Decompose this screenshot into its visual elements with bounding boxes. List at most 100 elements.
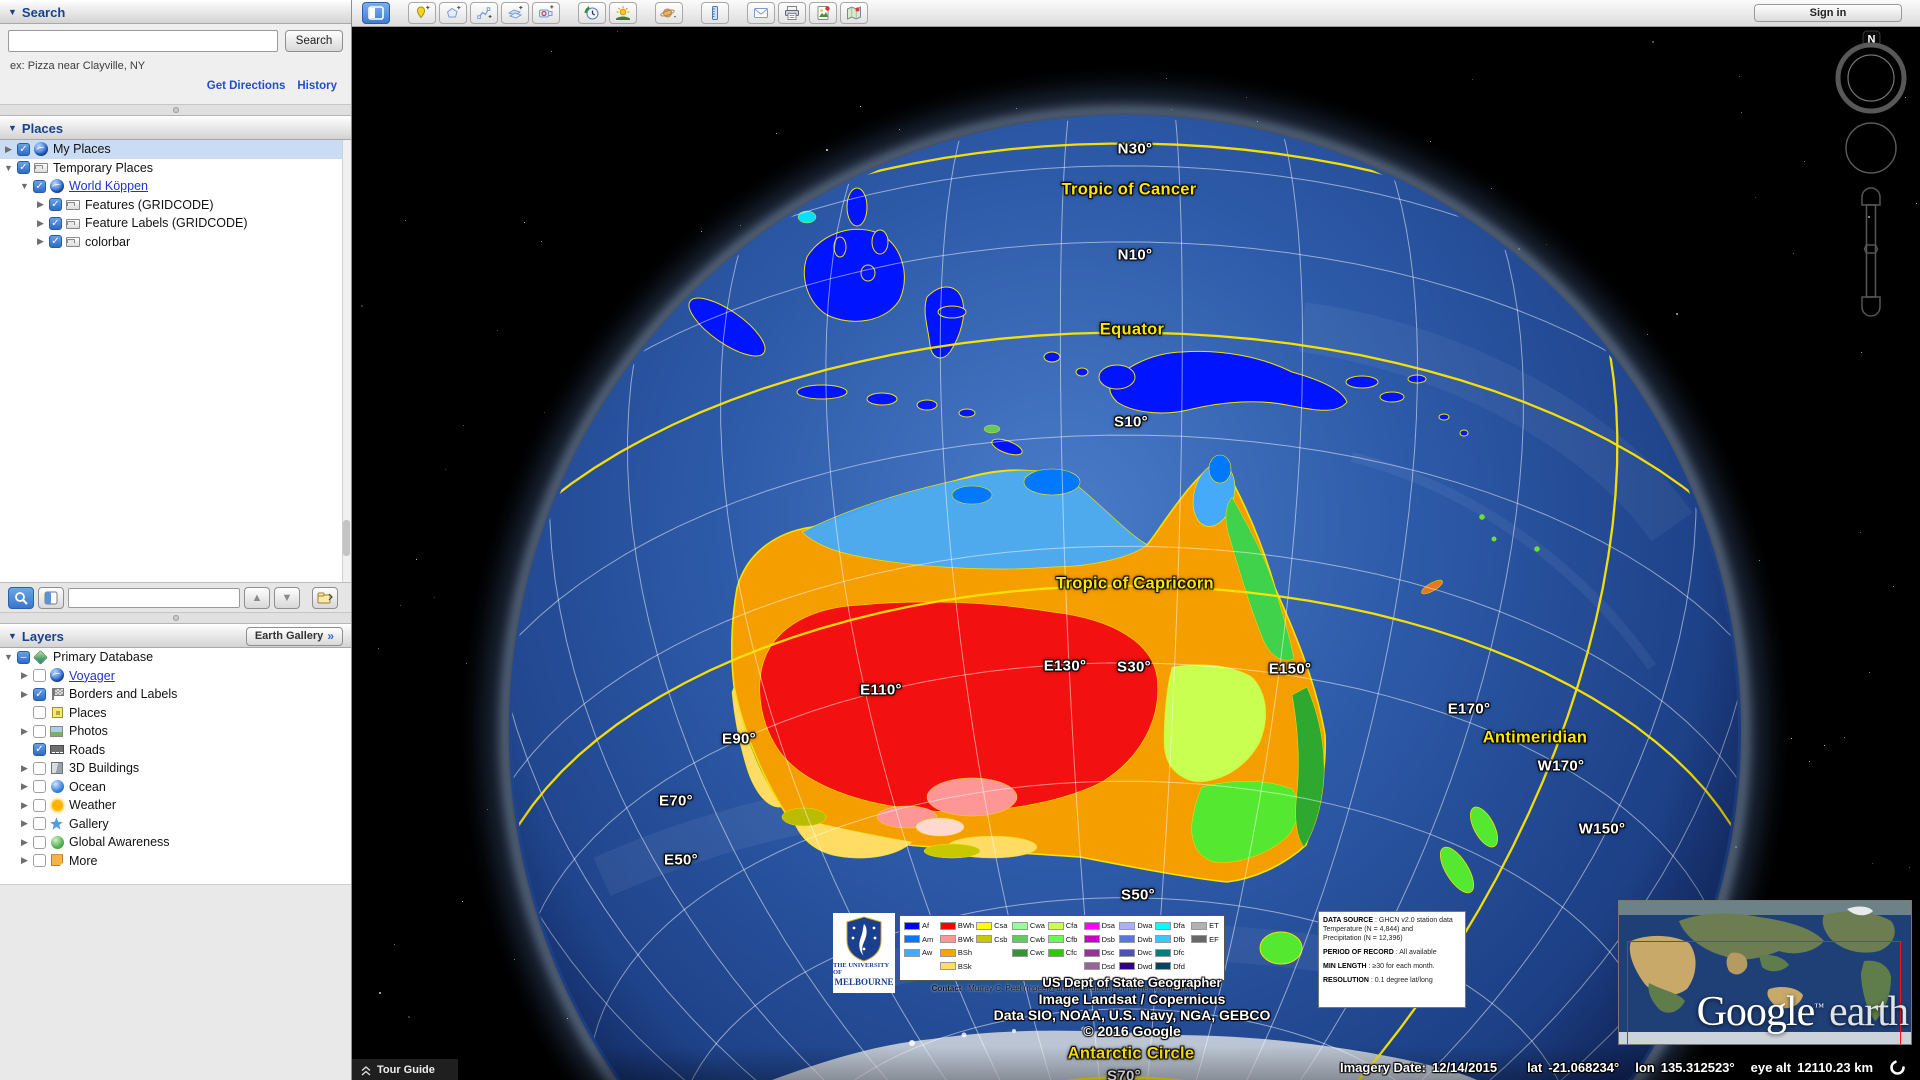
checkbox-mixed-icon[interactable]: –	[17, 651, 30, 664]
record-tour-button[interactable]	[532, 2, 560, 24]
streaming-spinner-icon	[1889, 1059, 1906, 1076]
tree-item-colorbar[interactable]: ▶ ✓ colorbar	[0, 233, 351, 252]
expander-icon[interactable]: ▶	[20, 855, 29, 866]
expander-icon[interactable]: ▶	[20, 837, 29, 848]
tree-item-features-gridcode[interactable]: ▶ ✓ Features (GRIDCODE)	[0, 196, 351, 215]
expander-icon[interactable]: ▶	[20, 763, 29, 774]
search-panel-header[interactable]: ▼ Search	[0, 0, 351, 24]
scrollbar-thumb[interactable]	[343, 520, 350, 556]
checkbox-unchecked-icon[interactable]	[33, 854, 46, 867]
expander-icon[interactable]: ▶	[36, 236, 45, 247]
checkbox-unchecked-icon[interactable]	[33, 836, 46, 849]
expander-icon[interactable]: ▶	[4, 144, 13, 155]
layer-item-places[interactable]: Places	[0, 704, 351, 723]
historical-imagery-button[interactable]	[578, 2, 606, 24]
expander-icon[interactable]: ▼	[4, 652, 13, 662]
globe-label: S10°	[1114, 414, 1148, 431]
search-input[interactable]	[8, 30, 278, 52]
places-find-toolbar: ▲ ▼	[0, 582, 351, 612]
toggle-sidebar-button[interactable]	[362, 2, 390, 24]
status-bar: Imagery Date: 12/14/2015 lat -21.068234°…	[1340, 1059, 1906, 1076]
navigation-controls[interactable]: N	[1831, 29, 1913, 325]
layer-item-3d-buildings[interactable]: ▶ 3D Buildings	[0, 759, 351, 778]
checkbox-checked-icon[interactable]: ✓	[33, 688, 46, 701]
checkbox-checked-icon[interactable]: ✓	[17, 161, 30, 174]
print-button[interactable]	[778, 2, 806, 24]
earth-icon	[50, 179, 65, 194]
panel-splitter[interactable]	[0, 612, 351, 624]
checkbox-unchecked-icon[interactable]	[33, 799, 46, 812]
layer-item-roads[interactable]: ✓ Roads	[0, 741, 351, 760]
search-button[interactable]: Search	[285, 30, 343, 52]
lon-label: lon	[1635, 1060, 1655, 1075]
checkbox-checked-icon[interactable]: ✓	[17, 143, 30, 156]
previous-item-button[interactable]: ▲	[244, 587, 270, 609]
layer-item-ocean[interactable]: ▶ Ocean	[0, 778, 351, 797]
expander-icon[interactable]: ▶	[36, 218, 45, 229]
earth-viewport[interactable]: N30° Tropic of Cancer N10° Equator S10° …	[352, 27, 1920, 1080]
history-link[interactable]: History	[297, 80, 337, 92]
expander-icon[interactable]: ▼	[20, 181, 29, 191]
expander-icon[interactable]: ▶	[20, 818, 29, 829]
double-chevron-up-icon	[360, 1064, 372, 1076]
add-image-overlay-button[interactable]	[501, 2, 529, 24]
sign-in-button[interactable]: Sign in	[1754, 4, 1902, 22]
email-button[interactable]	[747, 2, 775, 24]
layers-panel-header[interactable]: ▼ Layers Earth Gallery»	[0, 624, 351, 648]
places-scrollbar[interactable]	[342, 140, 351, 582]
expander-icon[interactable]: ▼	[4, 163, 13, 173]
add-path-button[interactable]	[470, 2, 498, 24]
tour-guide-bar[interactable]: Tour Guide	[352, 1059, 458, 1080]
checkbox-checked-icon[interactable]: ✓	[49, 235, 62, 248]
tree-item-my-places[interactable]: ▶ ✓ My Places	[0, 140, 351, 159]
layer-item-global-awareness[interactable]: ▶ Global Awareness	[0, 833, 351, 852]
tree-item-world-koppen[interactable]: ▼ ✓ World Köppen	[0, 177, 351, 196]
expander-icon[interactable]: ▶	[36, 199, 45, 210]
view-in-google-maps-button[interactable]	[840, 2, 868, 24]
sidebar-icon	[368, 6, 384, 20]
checkbox-checked-icon[interactable]: ✓	[49, 217, 62, 230]
expander-icon[interactable]: ▶	[20, 800, 29, 811]
layer-item-borders-and-labels[interactable]: ▶ ✓ Borders and Labels	[0, 685, 351, 704]
save-image-button[interactable]	[809, 2, 837, 24]
folder-actions-button[interactable]	[312, 587, 338, 609]
switch-planet-button[interactable]	[655, 2, 683, 24]
double-chevron-icon: »	[327, 629, 334, 643]
checkbox-unchecked-icon[interactable]	[33, 725, 46, 738]
globe-label: E70°	[659, 793, 693, 810]
ruler-button[interactable]	[701, 2, 729, 24]
next-item-button[interactable]: ▼	[274, 587, 300, 609]
checkbox-unchecked-icon[interactable]	[33, 669, 46, 682]
checkbox-unchecked-icon[interactable]	[33, 762, 46, 775]
panel-splitter[interactable]	[0, 104, 351, 116]
layer-item-photos[interactable]: ▶ Photos	[0, 722, 351, 741]
places-panel-header[interactable]: ▼ Places	[0, 116, 351, 140]
checkbox-unchecked-icon[interactable]	[33, 780, 46, 793]
layer-item-voyager[interactable]: ▶ Voyager	[0, 667, 351, 686]
toggle-overview-button[interactable]	[38, 587, 64, 609]
checkbox-unchecked-icon[interactable]	[33, 706, 46, 719]
layer-item-primary-database[interactable]: ▼ – Primary Database	[0, 648, 351, 667]
expander-icon[interactable]: ▶	[20, 670, 29, 681]
get-directions-link[interactable]: Get Directions	[207, 80, 286, 92]
up-arrow-icon: ▲	[252, 592, 263, 604]
expander-icon[interactable]: ▶	[20, 689, 29, 700]
checkbox-unchecked-icon[interactable]	[33, 817, 46, 830]
polygon-icon	[445, 5, 461, 21]
layer-item-more[interactable]: ▶ More	[0, 852, 351, 871]
add-placemark-button[interactable]	[408, 2, 436, 24]
tree-item-temporary-places[interactable]: ▼ ✓ Temporary Places	[0, 159, 351, 178]
layer-item-weather[interactable]: ▶ Weather	[0, 796, 351, 815]
search-places-button[interactable]	[8, 587, 34, 609]
tree-item-feature-labels-gridcode[interactable]: ▶ ✓ Feature Labels (GRIDCODE)	[0, 214, 351, 233]
add-polygon-button[interactable]	[439, 2, 467, 24]
earth-gallery-button[interactable]: Earth Gallery»	[246, 627, 343, 646]
checkbox-checked-icon[interactable]: ✓	[33, 743, 46, 756]
checkbox-checked-icon[interactable]: ✓	[49, 198, 62, 211]
layer-item-gallery[interactable]: ▶ Gallery	[0, 815, 351, 834]
sunlight-button[interactable]	[609, 2, 637, 24]
expander-icon[interactable]: ▶	[20, 726, 29, 737]
checkbox-checked-icon[interactable]: ✓	[33, 180, 46, 193]
expander-icon[interactable]: ▶	[20, 781, 29, 792]
places-filter-input[interactable]	[68, 588, 240, 608]
